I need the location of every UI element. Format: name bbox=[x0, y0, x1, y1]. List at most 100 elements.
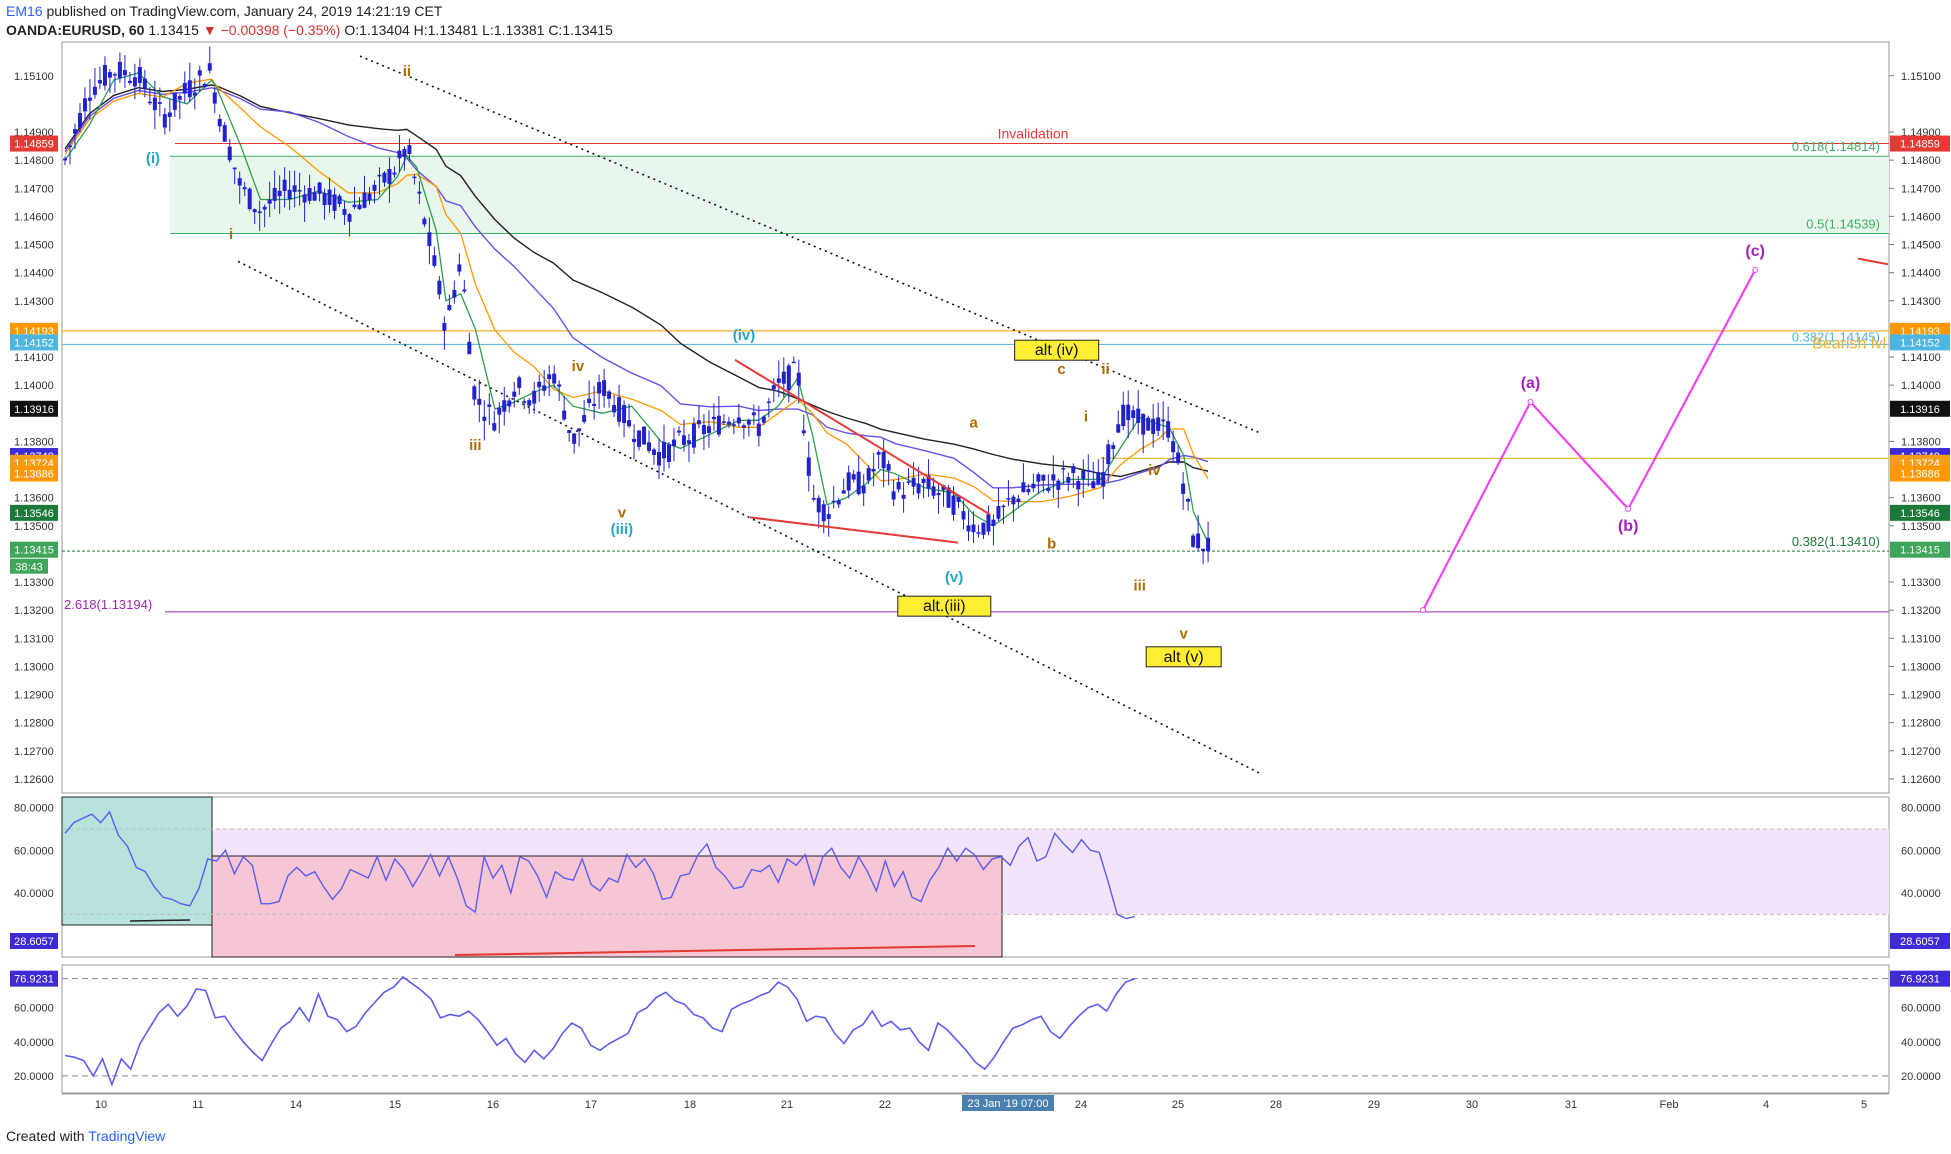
candle-body bbox=[117, 61, 122, 79]
candle-body bbox=[592, 403, 597, 406]
y-tick-label-left: 1.13500 bbox=[14, 521, 54, 533]
candle-body bbox=[87, 97, 92, 101]
footer: Created with TradingView bbox=[6, 1128, 165, 1144]
wave-label: v bbox=[1179, 625, 1188, 642]
price-tag-right-text: 1.14152 bbox=[1900, 337, 1940, 349]
wave-label: ii bbox=[403, 63, 411, 80]
crosshair-date-text: 23 Jan '19 07:00 bbox=[967, 1098, 1048, 1110]
candle-body bbox=[951, 495, 956, 515]
invalidation-label: Invalidation bbox=[998, 126, 1069, 142]
candle-body bbox=[836, 500, 841, 505]
y-tick-label-right: 1.13000 bbox=[1901, 661, 1941, 673]
candle-body bbox=[756, 423, 761, 436]
y-tick-label-right: 1.13300 bbox=[1901, 577, 1941, 589]
x-tick-label: Feb bbox=[1660, 1099, 1679, 1111]
y-tick-label-left: 1.13300 bbox=[14, 577, 54, 589]
candle-body bbox=[332, 194, 337, 211]
candle-body bbox=[367, 193, 372, 201]
candle-body bbox=[402, 148, 407, 157]
x-tick-label: 17 bbox=[585, 1099, 597, 1111]
candle-body bbox=[382, 172, 387, 183]
candle-body bbox=[227, 146, 232, 161]
candle-body bbox=[726, 421, 731, 425]
tradingview-logo[interactable]: TradingView bbox=[88, 1128, 165, 1144]
candle-body bbox=[412, 176, 417, 179]
ema-orange-line bbox=[64, 78, 1209, 503]
candle-body bbox=[307, 188, 312, 201]
candle-body bbox=[1026, 489, 1031, 493]
projection-point bbox=[1752, 266, 1759, 273]
candle-body bbox=[522, 401, 527, 403]
candle-body bbox=[1181, 483, 1186, 494]
candle-body bbox=[1176, 452, 1181, 464]
candle-body bbox=[552, 373, 557, 384]
candle-body bbox=[507, 400, 512, 407]
y-tick-label-right: 1.15100 bbox=[1901, 71, 1941, 83]
candle-body bbox=[771, 385, 776, 390]
candle-body bbox=[691, 423, 696, 448]
candle-body bbox=[911, 477, 916, 487]
fib-05-label: 0.5(1.14539) bbox=[1806, 217, 1880, 232]
y-tick-label-left: 1.14400 bbox=[14, 268, 54, 280]
candle-body bbox=[137, 66, 142, 83]
x-tick-label: 31 bbox=[1565, 1099, 1577, 1111]
candle-body bbox=[92, 86, 97, 95]
candle-body bbox=[387, 168, 392, 184]
wave-label: c bbox=[1057, 361, 1065, 378]
x-tick-label: 14 bbox=[290, 1099, 302, 1111]
price-tag-right-text: 1.13546 bbox=[1900, 508, 1940, 520]
candle-body bbox=[327, 189, 332, 205]
rsi2-value-right: 76.9231 bbox=[1900, 974, 1940, 986]
candle-body bbox=[781, 371, 786, 384]
rsi2-tick-left: 40.0000 bbox=[14, 1037, 54, 1049]
candle-body bbox=[657, 451, 662, 466]
rsi2-tick-right: 60.0000 bbox=[1901, 1003, 1941, 1015]
price-tag-right-text: 1.13415 bbox=[1900, 545, 1940, 557]
rsi1-tick-left: 60.0000 bbox=[14, 845, 54, 857]
candle-body bbox=[572, 433, 577, 444]
candle-body bbox=[1061, 468, 1066, 470]
y-tick-label-right: 1.14500 bbox=[1901, 240, 1941, 252]
x-tick-label: 5 bbox=[1861, 1099, 1867, 1111]
candle-body bbox=[851, 474, 856, 480]
x-tick-label: 28 bbox=[1270, 1099, 1282, 1111]
candle-body bbox=[1131, 410, 1136, 418]
y-tick-label-left: 1.15100 bbox=[14, 71, 54, 83]
candle-body bbox=[1146, 417, 1151, 431]
candle-body bbox=[342, 208, 347, 215]
candle-body bbox=[397, 150, 402, 159]
price-tag-left-text: 1.13546 bbox=[14, 508, 54, 520]
candle-body bbox=[1121, 404, 1126, 427]
rsi1-value-left: 28.6057 bbox=[14, 936, 54, 948]
rsi1-tick-left: 80.0000 bbox=[14, 803, 54, 815]
projection-path bbox=[1422, 269, 1757, 611]
x-tick-label: 30 bbox=[1466, 1099, 1478, 1111]
candle-body bbox=[936, 493, 941, 496]
boxed-label: alt (v) bbox=[1164, 649, 1204, 666]
red-short-line bbox=[1857, 257, 1889, 266]
candle-body bbox=[1081, 470, 1086, 480]
wave-label: iv bbox=[572, 358, 585, 375]
candle-body bbox=[177, 96, 182, 100]
candle-body bbox=[597, 382, 602, 394]
candle-body bbox=[1011, 496, 1016, 505]
chart-canvas[interactable]: Invalidation 0.618(1.14814) 0.5(1.14539) 0.… bbox=[0, 0, 1951, 1154]
wave-label: i bbox=[1084, 409, 1088, 426]
candle-body bbox=[961, 511, 966, 520]
projection-point bbox=[1527, 399, 1534, 406]
candle-body bbox=[986, 514, 991, 532]
candle-body bbox=[706, 426, 711, 433]
candle-body bbox=[821, 504, 826, 522]
price-tag-right-text: 1.13686 bbox=[1900, 468, 1940, 480]
candle-body bbox=[776, 378, 781, 383]
y-tick-label-right: 1.14600 bbox=[1901, 211, 1941, 223]
x-tick-label: 18 bbox=[684, 1099, 696, 1111]
rsi1-tick-right: 80.0000 bbox=[1901, 803, 1941, 815]
candle-body bbox=[671, 439, 676, 446]
candle-body bbox=[547, 374, 552, 380]
candle-body bbox=[1136, 408, 1141, 423]
candle-body bbox=[132, 77, 137, 87]
projection-point bbox=[1625, 505, 1632, 512]
y-tick-label-right: 1.12800 bbox=[1901, 718, 1941, 730]
candle-body bbox=[262, 206, 267, 210]
